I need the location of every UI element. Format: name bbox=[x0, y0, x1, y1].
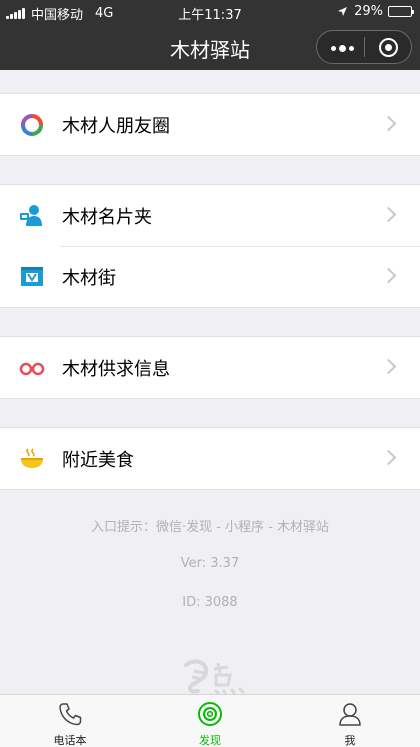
contact-card-icon bbox=[20, 205, 42, 226]
phone-icon bbox=[59, 703, 82, 726]
menu-item-label: 木材名片夹 bbox=[62, 207, 152, 228]
menu-group-business: 木材名片夹 木材街 bbox=[0, 184, 420, 308]
version-text: Ver: 3.37 bbox=[180, 556, 240, 571]
menu-group-food: 附近美食 bbox=[0, 427, 420, 490]
close-button[interactable] bbox=[365, 31, 412, 63]
menu-item-supply-demand[interactable]: 木材供求信息 bbox=[0, 337, 420, 398]
tab-me[interactable]: 我 bbox=[280, 695, 420, 747]
id-text: ID: 3088 bbox=[182, 595, 238, 610]
entry-hint-text: 入口提示：微信·发现 - 小程序 - 木材驿站 bbox=[90, 520, 330, 535]
chevron-right-icon bbox=[380, 358, 397, 375]
battery-percent: 29% bbox=[354, 4, 383, 19]
close-target-icon bbox=[378, 38, 398, 57]
tab-label: 发现 bbox=[199, 734, 221, 747]
glasses-icon bbox=[19, 362, 45, 376]
menu-item-label: 木材供求信息 bbox=[62, 359, 170, 380]
person-icon bbox=[339, 703, 361, 726]
chevron-right-icon bbox=[380, 206, 397, 223]
chevron-right-icon bbox=[380, 449, 397, 466]
menu-item-nearby-food[interactable]: 附近美食 bbox=[0, 428, 420, 489]
more-button[interactable] bbox=[317, 31, 364, 63]
status-bar: 中国移动 4G 上午11:37 29% bbox=[0, 0, 420, 24]
menu-item-label: 木材街 bbox=[62, 268, 116, 289]
tab-label: 我 bbox=[344, 734, 356, 747]
chevron-right-icon bbox=[380, 267, 397, 284]
menu-group-moments: 木材人朋友圈 bbox=[0, 93, 420, 156]
shop-icon bbox=[21, 267, 43, 286]
menu-item-label: 附近美食 bbox=[62, 450, 134, 471]
navigation-bar: 木材驿站 bbox=[0, 24, 420, 70]
chevron-right-icon bbox=[380, 115, 397, 132]
discover-icon bbox=[198, 702, 222, 726]
menu-group-supply: 木材供求信息 bbox=[0, 336, 420, 399]
location-arrow-icon bbox=[338, 7, 348, 16]
tab-discover[interactable]: 发现 bbox=[140, 695, 280, 747]
tab-bar: 电话本 发现 我 bbox=[0, 694, 420, 747]
battery-icon bbox=[388, 6, 414, 17]
logo-watermark-icon bbox=[184, 659, 245, 695]
tab-label: 电话本 bbox=[53, 734, 87, 747]
food-bowl-icon bbox=[21, 448, 43, 468]
menu-item-card-holder[interactable]: 木材名片夹 bbox=[0, 185, 420, 246]
more-dots-icon bbox=[331, 45, 357, 52]
menu-item-label: 木材人朋友圈 bbox=[62, 116, 170, 137]
menu-item-wood-street[interactable]: 木材街 bbox=[0, 246, 420, 307]
menu-item-moments[interactable]: 木材人朋友圈 bbox=[0, 94, 420, 155]
tab-phonebook[interactable]: 电话本 bbox=[0, 695, 140, 747]
color-ring-icon bbox=[21, 114, 43, 136]
mini-program-capsule bbox=[316, 30, 412, 64]
